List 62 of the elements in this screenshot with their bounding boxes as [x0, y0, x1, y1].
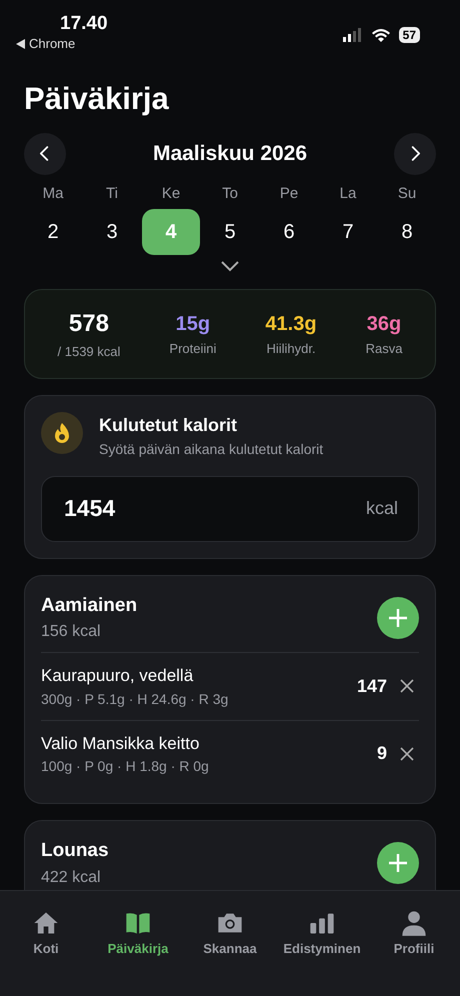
macro-value: 41.3g [265, 312, 317, 337]
food-details: 300g · P 5.1g · H 24.6g · R 3g [41, 690, 228, 709]
food-calories: 9 [376, 742, 387, 766]
macro-value: 36g [366, 312, 402, 337]
weekday-label: To [222, 184, 238, 204]
meal-calories: 156 kcal [41, 622, 102, 642]
close-icon [399, 678, 415, 694]
day-button[interactable]: 2 [24, 209, 82, 255]
weekday-label: Ti [106, 184, 118, 204]
chevron-right-icon [410, 145, 420, 162]
card-subtitle: Syötä päivän aikana kulutetut kalorit [99, 440, 324, 459]
meal-title: Lounas [41, 839, 109, 863]
food-name: Valio Mansikka keitto [41, 732, 200, 754]
weekday-label: Ma [42, 184, 64, 204]
add-food-button[interactable] [377, 842, 419, 884]
card-title: Kulutetut kalorit [99, 414, 238, 436]
page-title: Päiväkirja [24, 80, 170, 118]
expand-chevron-icon[interactable] [219, 259, 241, 273]
calories-eaten: 578 [68, 309, 110, 339]
plus-icon [388, 608, 408, 628]
add-food-button[interactable] [377, 596, 419, 639]
wifi-icon [370, 28, 391, 42]
day-button[interactable]: 6 [260, 209, 318, 255]
back-link[interactable]: Chrome [29, 37, 76, 50]
day-button[interactable]: 5 [201, 209, 259, 255]
macro-label: Hiilihydr. [265, 340, 317, 358]
calories-field[interactable]: 1454 kcal [41, 476, 419, 542]
macro-label: Rasva [366, 340, 402, 358]
tab[interactable]: Päiväkirja [92, 909, 184, 996]
day-button[interactable]: 3 [83, 209, 141, 255]
calorie-goal: / 1539 kcal [58, 343, 120, 361]
next-month-button[interactable] [394, 132, 436, 174]
person-icon [400, 909, 428, 937]
meal-title: Aamiainen [41, 594, 138, 618]
calories-input[interactable]: 1454 [62, 490, 262, 527]
day-button[interactable]: 7 [319, 209, 377, 255]
macro-label: Proteiini [169, 340, 216, 358]
weekday-label: La [340, 184, 356, 204]
close-icon [399, 746, 415, 762]
macro-value: 15g [174, 312, 212, 337]
weekday-label: Ke [162, 184, 180, 204]
tab[interactable]: Profiili [368, 909, 460, 996]
previous-month-button[interactable] [24, 132, 66, 174]
weekday-label: Pe [280, 184, 298, 204]
meal-calories: 422 kcal [41, 868, 102, 888]
tab[interactable]: Skannaa [184, 909, 276, 996]
plus-icon [388, 853, 408, 874]
weekday-label: Su [398, 184, 416, 204]
chevron-left-icon [40, 145, 50, 162]
flame-icon [41, 412, 83, 454]
status-time: 17.40 [60, 14, 108, 33]
month-label: Maaliskuu 2026 [152, 140, 308, 167]
unit-label: kcal [366, 497, 398, 520]
tab[interactable]: Koti [0, 909, 92, 996]
day-button[interactable]: 8 [378, 209, 436, 255]
back-triangle-icon[interactable] [16, 38, 25, 48]
food-details: 100g · P 0g · H 1.8g · R 0g [41, 757, 209, 776]
signal-icon [342, 28, 363, 42]
battery-level: 57 [398, 27, 420, 43]
food-name: Kaurapuuro, vedellä [41, 665, 194, 687]
food-calories: 147 [356, 674, 387, 698]
tab[interactable]: Edistyminen [276, 909, 368, 996]
